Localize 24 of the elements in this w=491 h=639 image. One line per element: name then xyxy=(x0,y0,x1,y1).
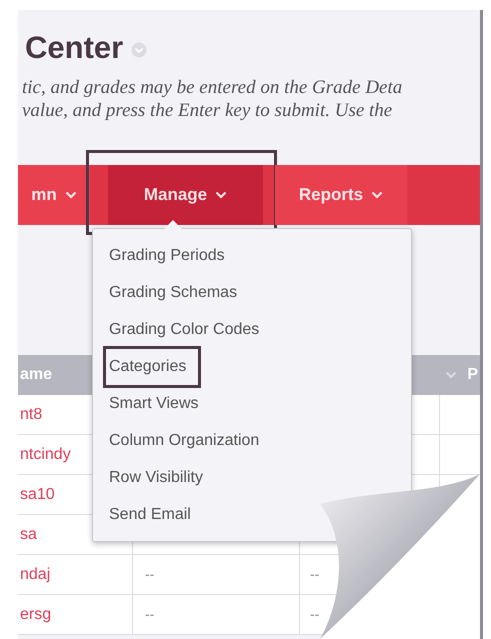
chevron-icon xyxy=(445,371,458,379)
student-name[interactable]: sa xyxy=(20,522,37,546)
student-name[interactable]: ntcindy xyxy=(20,442,71,466)
table-cell-text: -- xyxy=(145,565,154,584)
menu-item[interactable]: Categories xyxy=(103,346,202,388)
column-header: ame xyxy=(19,365,52,385)
chevron-icon xyxy=(215,191,228,199)
table-cell-text: -- xyxy=(310,605,320,624)
nav-tab[interactable]: Manage xyxy=(108,165,263,225)
student-name[interactable]: sa10 xyxy=(20,482,55,506)
table-cell-text: -- xyxy=(145,605,154,624)
nav-tab[interactable]: mn xyxy=(18,165,90,225)
chevron-icon xyxy=(64,191,77,199)
student-name[interactable]: ersg xyxy=(20,602,52,626)
nav-tab[interactable]: Reports xyxy=(275,165,407,225)
chevron-icon xyxy=(371,191,384,199)
student-name[interactable]: nt8 xyxy=(20,402,42,426)
description-text: tic, and grades may be entered on the Grade Deta xyxy=(21,76,404,99)
column-header: P xyxy=(467,365,479,385)
page-title: Center xyxy=(25,28,124,67)
student-name[interactable]: ndaj xyxy=(20,562,50,586)
table-cell-text: -- xyxy=(310,565,320,584)
chevron-icon[interactable] xyxy=(131,42,148,58)
description-text: value, and press the Enter key to submit. Use the xyxy=(21,99,394,122)
